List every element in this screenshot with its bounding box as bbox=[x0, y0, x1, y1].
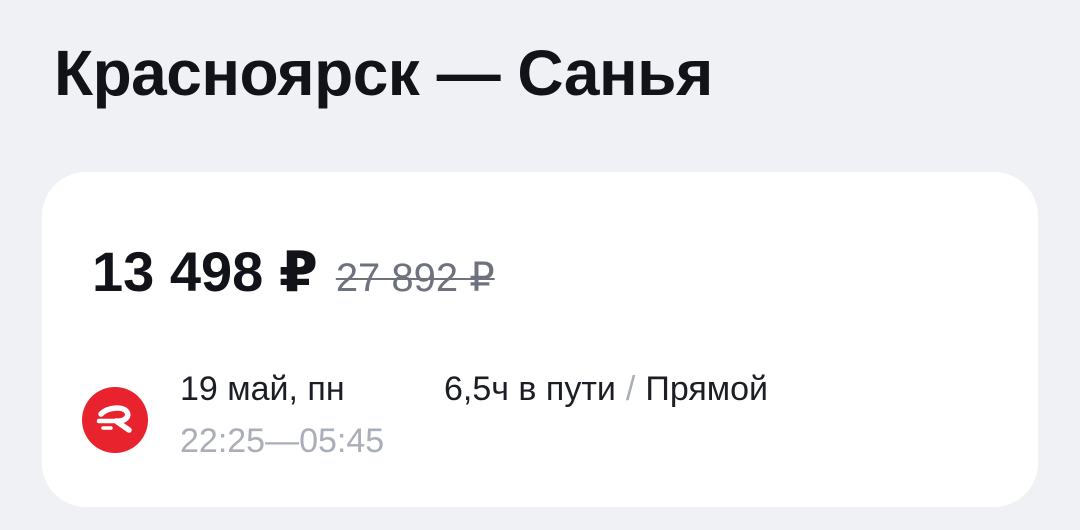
page-title: Красноярск — Санья bbox=[54, 37, 713, 109]
flight-stops: Прямой bbox=[645, 370, 769, 408]
old-price: 27 892 ₽ bbox=[335, 256, 495, 300]
price-row: 13 498 ₽ 27 892 ₽ bbox=[92, 240, 495, 304]
airline-logo-icon bbox=[82, 387, 148, 453]
flight-time: 22:25—05:45 bbox=[180, 422, 385, 460]
flight-duration: 6,5ч в пути bbox=[444, 370, 616, 408]
r-logo-icon bbox=[96, 405, 132, 433]
flight-date: 19 май, пн bbox=[180, 370, 345, 408]
current-price: 13 498 ₽ bbox=[92, 240, 318, 303]
meta-separator: / bbox=[625, 370, 636, 408]
flight-meta: 6,5ч в пути / Прямой bbox=[444, 368, 768, 410]
ticket-card[interactable]: 13 498 ₽ 27 892 ₽ 19 май, пн 22:25—05:45… bbox=[42, 172, 1038, 507]
